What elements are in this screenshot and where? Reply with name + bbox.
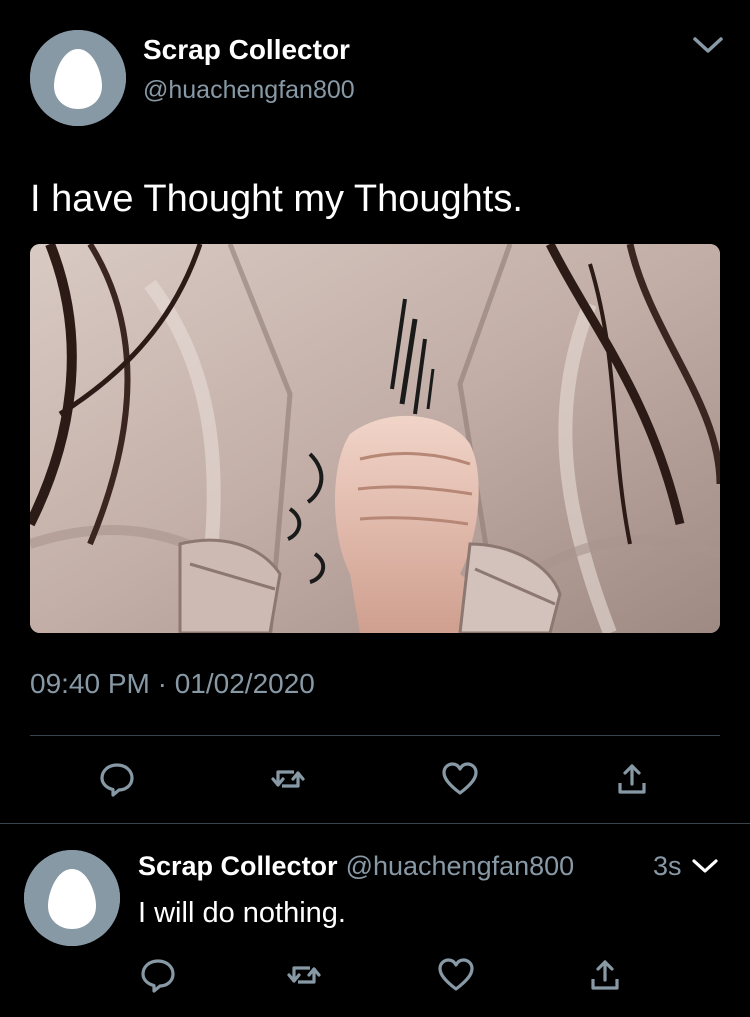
retweet-icon[interactable] <box>284 955 324 995</box>
divider <box>0 823 750 824</box>
chevron-down-icon[interactable] <box>690 853 720 879</box>
tweet-timestamp: 09:40 PM · 01/02/2020 <box>30 668 315 699</box>
retweet-icon[interactable] <box>268 759 308 799</box>
reply-time: 3s <box>653 851 682 881</box>
reply-text: I will do nothing. <box>138 897 346 929</box>
reply-author-handle[interactable]: @huachengfan800 <box>346 851 575 881</box>
author-name[interactable]: Scrap Collector <box>143 34 350 66</box>
chevron-down-icon[interactable] <box>690 30 726 60</box>
reply-author-name[interactable]: Scrap Collector <box>138 851 338 881</box>
author-handle[interactable]: @huachengfan800 <box>143 76 355 105</box>
egg-avatar-icon <box>24 850 120 946</box>
like-icon[interactable] <box>436 955 476 995</box>
reply-icon[interactable] <box>97 759 137 799</box>
share-icon[interactable] <box>585 955 625 995</box>
tweet-detail-screen: Scrap Collector @huachengfan800 I have T… <box>0 0 750 1017</box>
egg-avatar-icon <box>30 30 126 126</box>
reply-author-avatar[interactable] <box>24 850 120 946</box>
reply-header: Scrap Collector @huachengfan800 <box>138 851 574 882</box>
like-icon[interactable] <box>440 759 480 799</box>
divider <box>30 735 720 736</box>
reply-icon[interactable] <box>138 955 178 995</box>
illustration-hands-clasped <box>30 244 720 633</box>
share-icon[interactable] <box>612 759 652 799</box>
tweet-text: I have Thought my Thoughts. <box>30 178 523 220</box>
author-avatar[interactable] <box>30 30 126 126</box>
tweet-media[interactable] <box>30 244 720 633</box>
